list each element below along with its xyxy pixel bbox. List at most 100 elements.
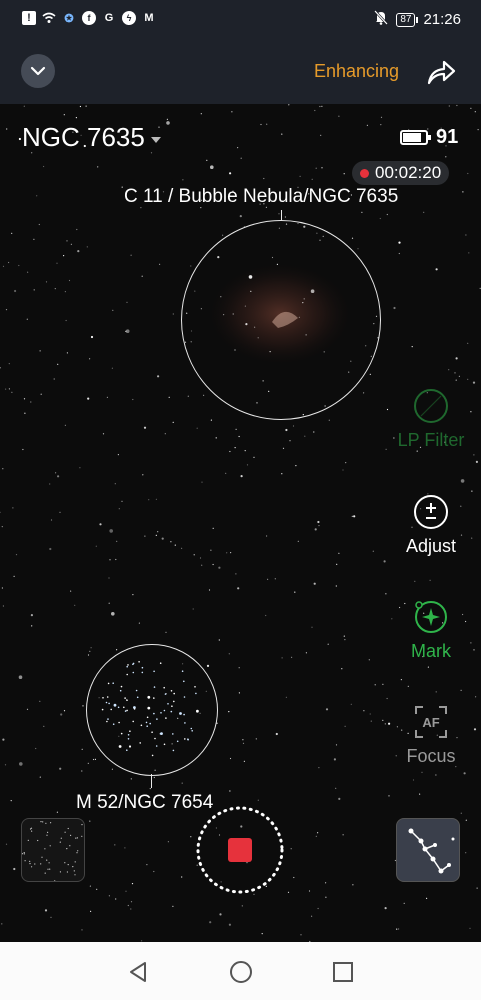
star — [5, 843, 8, 845]
star — [64, 291, 66, 293]
star — [66, 240, 68, 242]
star — [143, 426, 147, 429]
star — [218, 566, 221, 569]
object-label-bubble-nebula[interactable]: C 11 / Bubble Nebula/NGC 7635 — [124, 186, 398, 208]
mark-button[interactable]: Mark — [396, 599, 466, 662]
star — [388, 722, 391, 725]
star — [115, 558, 117, 561]
star — [421, 771, 423, 773]
star — [94, 758, 96, 761]
star — [313, 582, 316, 585]
star — [282, 447, 285, 449]
star — [11, 391, 13, 393]
star — [287, 891, 290, 893]
star — [374, 684, 376, 686]
star — [2, 265, 5, 267]
star — [366, 124, 368, 126]
star — [10, 800, 12, 802]
star — [290, 848, 292, 850]
star — [335, 585, 337, 587]
back-icon[interactable] — [127, 960, 151, 984]
star — [33, 238, 35, 240]
star — [174, 544, 176, 546]
thumb-star — [67, 864, 69, 866]
star — [319, 105, 321, 108]
star — [281, 133, 283, 135]
star — [2, 605, 4, 607]
thumb-star — [40, 821, 42, 823]
star — [460, 689, 462, 692]
home-icon[interactable] — [229, 960, 253, 984]
star — [229, 790, 231, 792]
star — [320, 134, 322, 136]
constellation-button[interactable] — [396, 818, 460, 882]
star — [238, 667, 240, 669]
star — [76, 228, 78, 231]
star — [325, 896, 327, 898]
star — [81, 748, 83, 750]
star — [281, 657, 283, 659]
star — [215, 437, 217, 439]
star — [473, 454, 475, 456]
star — [427, 666, 429, 668]
thumb-star — [77, 850, 79, 852]
thumb-star — [30, 827, 33, 829]
star — [66, 352, 68, 354]
object-label-m52[interactable]: M 52/NGC 7654 — [76, 792, 213, 814]
sky-image-view[interactable]: NGC 7635 91 00:02:20 C 11 / Bubble Nebul… — [0, 104, 481, 942]
thumb-star — [29, 860, 31, 862]
thumb-star — [81, 824, 83, 826]
collapse-button[interactable] — [21, 54, 55, 88]
star — [445, 156, 447, 158]
gallery-thumbnail[interactable] — [21, 818, 85, 882]
thumbnail-preview — [21, 821, 83, 882]
stop-recording-button[interactable] — [196, 806, 284, 894]
star — [157, 531, 159, 533]
star — [321, 105, 323, 107]
star — [429, 579, 431, 581]
focus-label: Focus — [406, 746, 456, 766]
star — [426, 897, 428, 900]
star — [363, 710, 365, 712]
thumb-star — [23, 853, 25, 855]
star — [111, 768, 113, 770]
star — [328, 419, 330, 421]
adjust-button[interactable]: Adjust — [396, 494, 466, 557]
star — [30, 614, 33, 617]
recents-icon[interactable] — [331, 960, 355, 984]
star — [26, 318, 28, 320]
share-button[interactable] — [425, 56, 457, 88]
thumb-star — [64, 862, 66, 864]
star — [45, 281, 48, 283]
star — [385, 593, 387, 595]
star — [294, 591, 296, 593]
star — [57, 363, 59, 365]
star — [60, 713, 63, 716]
star — [59, 767, 62, 770]
star — [87, 762, 89, 765]
star — [90, 910, 92, 913]
star — [187, 395, 189, 397]
annotation-tick — [281, 210, 282, 220]
star — [226, 552, 228, 554]
star — [351, 515, 353, 517]
star — [33, 289, 35, 291]
star — [456, 104, 458, 107]
star — [114, 844, 116, 846]
star — [265, 614, 267, 617]
star — [435, 774, 437, 776]
star — [234, 447, 236, 449]
target-selector[interactable]: NGC 7635 — [22, 122, 161, 153]
star — [108, 895, 110, 897]
bubble-nebula-circle[interactable] — [181, 220, 381, 420]
chevron-down-icon — [30, 66, 46, 76]
m52-circle[interactable] — [86, 644, 218, 776]
thumb-star — [76, 837, 78, 839]
star — [335, 787, 337, 789]
star — [469, 927, 471, 929]
focus-button[interactable]: AF Focus — [396, 704, 466, 767]
lp-filter-button[interactable]: LP Filter — [396, 388, 466, 451]
star — [96, 888, 98, 890]
star — [253, 456, 255, 458]
star — [13, 867, 16, 871]
